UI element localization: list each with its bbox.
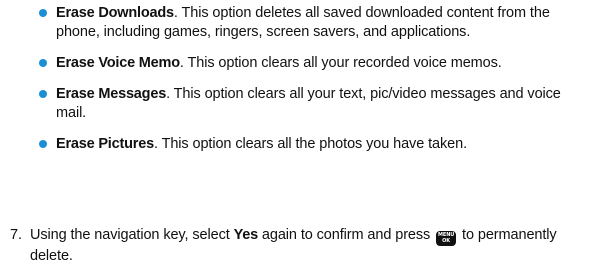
- option-term: Erase Voice Memo: [56, 55, 180, 71]
- step-text: Using the navigation key, select Yes aga…: [10, 225, 585, 266]
- step-number: 7.: [10, 227, 22, 243]
- bullet-icon: [39, 140, 47, 148]
- step-bold-yes: Yes: [233, 227, 259, 243]
- list-item-erase-messages: Erase Messages. This option clears all y…: [38, 85, 583, 123]
- step-text-before: Using the navigation key, select: [30, 227, 234, 243]
- ok-key-label: OK: [442, 238, 451, 244]
- option-description: . This option clears all the photos you …: [153, 136, 467, 152]
- step-text-middle: again to confirm and press: [257, 227, 435, 243]
- step-instruction: 7. Using the navigation key, select Yes …: [10, 225, 585, 266]
- list-item-erase-voice-memo: Erase Voice Memo. This option clears all…: [38, 54, 583, 73]
- list-item-erase-downloads: Erase Downloads. This option deletes all…: [38, 4, 583, 42]
- list-item-erase-pictures: Erase Pictures. This option clears all t…: [38, 135, 583, 154]
- option-term: Erase Downloads: [56, 5, 174, 21]
- bullet-icon: [39, 9, 47, 17]
- option-term: Erase Pictures: [56, 136, 154, 152]
- erase-options-list: Erase Downloads. This option deletes all…: [38, 4, 583, 154]
- option-term: Erase Messages: [56, 86, 167, 102]
- menu-ok-key-icon: MENU OK: [436, 231, 457, 246]
- bullet-icon: [39, 59, 47, 67]
- bullet-icon: [39, 90, 47, 98]
- option-description: . This option clears all your recorded v…: [179, 55, 502, 71]
- manual-page: Erase Downloads. This option deletes all…: [0, 0, 592, 276]
